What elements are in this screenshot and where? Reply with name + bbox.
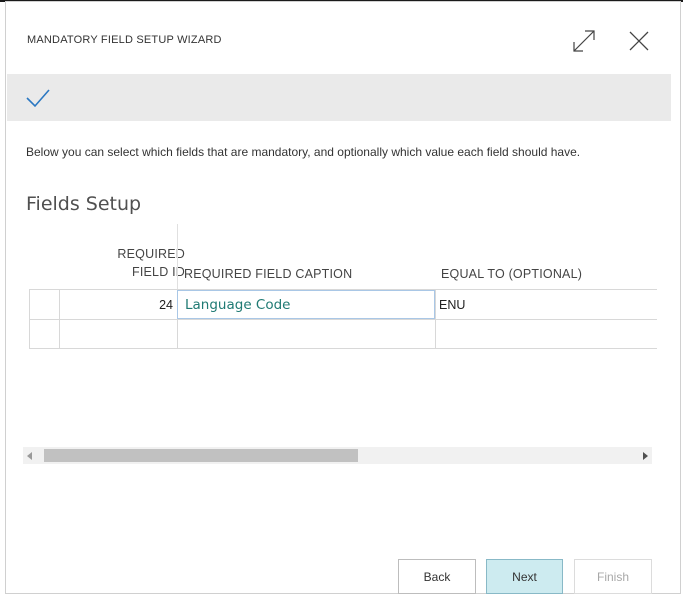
wizard-dialog: MANDATORY FIELD SETUP WIZARD Below you c… <box>5 1 681 594</box>
scroll-left-icon[interactable] <box>23 447 37 464</box>
header-required-field-caption[interactable]: REQUIRED FIELD CAPTION <box>184 267 352 281</box>
header-divider <box>177 224 178 289</box>
next-button[interactable]: Next <box>486 559 563 594</box>
equal-to-cell[interactable]: ENU <box>435 290 657 319</box>
back-button[interactable]: Back <box>398 559 476 594</box>
field-caption-cell[interactable]: Language Code <box>177 290 435 319</box>
scroll-right-icon[interactable] <box>638 447 652 464</box>
field-id-cell[interactable] <box>59 320 177 349</box>
section-title: Fields Setup <box>26 193 142 215</box>
row-selector[interactable] <box>29 320 59 349</box>
horizontal-scrollbar[interactable] <box>23 447 652 464</box>
checkmark-icon <box>25 87 51 113</box>
finish-button[interactable]: Finish <box>574 559 652 594</box>
table-row[interactable]: 24 Language Code ENU <box>29 289 657 319</box>
table-row[interactable] <box>29 319 657 349</box>
close-icon[interactable] <box>624 26 654 56</box>
wizard-step-banner <box>7 74 671 121</box>
row-selector[interactable] <box>29 290 59 319</box>
fields-grid: REQUIRED FIELD ID REQUIRED FIELD CAPTION… <box>29 224 657 349</box>
field-caption-cell[interactable] <box>177 320 435 349</box>
expand-icon[interactable] <box>569 26 599 56</box>
grid-header: REQUIRED FIELD ID REQUIRED FIELD CAPTION… <box>29 224 657 289</box>
header-required-field-id[interactable]: REQUIRED FIELD ID <box>59 245 185 281</box>
header-equal-to[interactable]: EQUAL TO (OPTIONAL) <box>441 267 582 281</box>
field-id-cell[interactable]: 24 <box>59 290 177 319</box>
intro-text: Below you can select which fields that a… <box>26 145 581 159</box>
scrollbar-thumb[interactable] <box>44 449 358 462</box>
equal-to-cell[interactable] <box>435 320 657 349</box>
dialog-title: MANDATORY FIELD SETUP WIZARD <box>27 34 222 46</box>
